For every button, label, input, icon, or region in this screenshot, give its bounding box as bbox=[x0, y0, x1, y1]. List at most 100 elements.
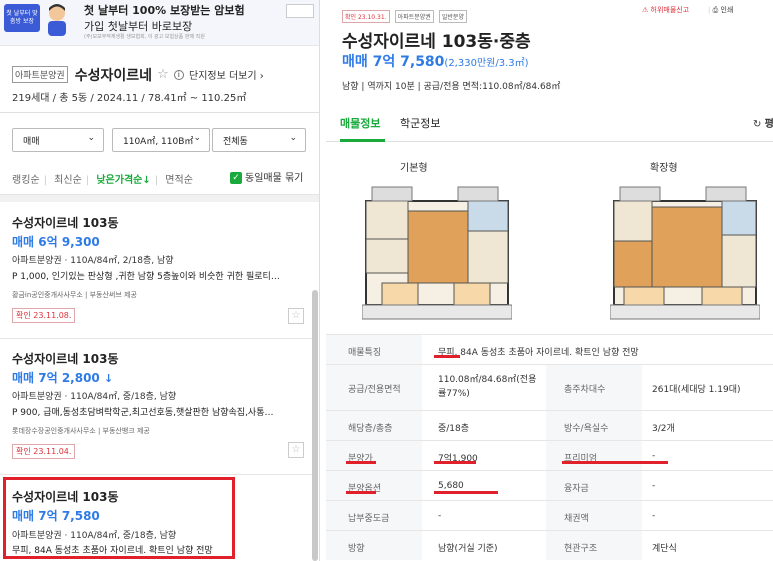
feature-value: 무피, 84A 동성초 초품아 자이르네. 확트인 남향 전망 bbox=[438, 348, 639, 358]
confirm-date-badge: 확인 23.10.31. bbox=[342, 10, 390, 23]
building-select[interactable]: 전체동 ⌄ bbox=[212, 128, 306, 152]
floorplan-extended-image[interactable] bbox=[610, 181, 760, 323]
confirm-date-badge: 확인 23.11.08. bbox=[12, 308, 76, 323]
complex-name: 수성자이르네 bbox=[74, 67, 153, 84]
row-value: 5,680 bbox=[438, 481, 464, 491]
row-value: 남향(거실 기준) bbox=[438, 544, 498, 554]
listing-agent: 황금in공인중개사사무소 | 부동산써브 제공 bbox=[12, 291, 137, 299]
favorite-star-icon[interactable]: ☆ bbox=[288, 308, 304, 324]
annotation-underline bbox=[434, 461, 476, 464]
tab-school-info[interactable]: 학군정보 bbox=[400, 115, 440, 131]
ad-logo: 첫 날부터 맞춤방 보장 bbox=[4, 4, 40, 32]
row-value: - bbox=[438, 511, 442, 521]
area-select[interactable]: 110A㎡, 110B㎡ ⌄ bbox=[112, 128, 210, 152]
row-label: 방수/욕실수 bbox=[564, 424, 609, 434]
chevron-down-icon: ⌄ bbox=[193, 133, 201, 143]
listing-name: 수성자이르네 103동 bbox=[12, 216, 119, 230]
active-tab-indicator bbox=[340, 139, 385, 142]
ad-title: 첫 날부터 100% 보장받는 암보험 bbox=[84, 4, 245, 17]
scrollbar[interactable] bbox=[312, 290, 318, 561]
detail-price: 매매 7억 7,580(2,330만원/3.3㎡) bbox=[342, 54, 529, 70]
list-item[interactable]: 수성자이르네 103동 매매 7억 2,800 ↓ 아파트분양권 · 110A/… bbox=[0, 346, 312, 474]
price-down-arrow-icon: ↓ bbox=[103, 372, 114, 385]
sort-ranking[interactable]: 랭킹순 bbox=[12, 175, 40, 186]
price-per-area: (2,330만원/3.3㎡) bbox=[444, 58, 529, 69]
detail-panel: 확인 23.10.31. 아파트분양권 일반분양 ⚠ 허위매물신고 | ⎙ 인쇄… bbox=[326, 0, 773, 561]
tab-listing-info[interactable]: 매물정보 bbox=[340, 115, 380, 131]
row-label: 납부중도금 bbox=[348, 514, 390, 524]
detail-tabs: 매물정보 학군정보 bbox=[326, 106, 773, 142]
complex-header: 아파트분양권 수성자이르네 ☆ i 단지정보 더보기 › bbox=[12, 64, 311, 85]
table-row: 해당층/총층 중/18층 방수/욕실수 3/2개 bbox=[326, 410, 773, 440]
annotation-underline bbox=[346, 461, 376, 464]
ad-subtitle: 가입 첫날부터 바로보장 bbox=[84, 20, 193, 33]
row-value: 261대(세대당 1.19대) bbox=[652, 385, 741, 395]
annotation-underline bbox=[434, 491, 498, 494]
row-value: - bbox=[652, 451, 656, 461]
refresh-icon: ↻ bbox=[753, 119, 762, 130]
listing-spec: 아파트분양권 · 110A/84㎡, 중/18층, 남향 bbox=[12, 392, 177, 402]
row-header-bg bbox=[326, 441, 422, 470]
area-unit-toggle[interactable]: ↻ 평 bbox=[753, 115, 773, 130]
detail-tags: 확인 23.10.31. 아파트분양권 일반분양 bbox=[342, 4, 467, 23]
list-item[interactable]: 수성자이르네 103동 매매 6억 9,300 아파트분양권 · 110A/84… bbox=[0, 210, 312, 338]
section-divider bbox=[0, 194, 319, 202]
detail-title: 수성자이르네 103동·중층 bbox=[342, 32, 531, 52]
sort-options: 랭킹순 | 최신순 | 낮은가격순↓ | 면적순 bbox=[12, 175, 193, 186]
floorplan-label-extended: 확장형 bbox=[650, 163, 678, 174]
row-label: 융자금 bbox=[564, 484, 589, 494]
sort-area[interactable]: 면적순 bbox=[165, 175, 193, 186]
listing-name: 수성자이르네 103동 bbox=[12, 352, 119, 366]
listing-price: 매매 7억 2,800 ↓ bbox=[12, 371, 114, 385]
group-duplicates-toggle[interactable]: ✓ 동일매물 묶기 bbox=[230, 169, 303, 184]
annotation-underline bbox=[562, 461, 668, 464]
confirm-date-badge: 확인 23.11.04. bbox=[12, 444, 76, 459]
favorite-star-icon[interactable]: ☆ bbox=[288, 442, 304, 458]
complex-type-badge: 아파트분양권 bbox=[12, 66, 68, 83]
divider bbox=[0, 474, 312, 475]
listing-agent: 롯데장수장공인중개사사무소 | 부동산뱅크 제공 bbox=[12, 427, 150, 435]
table-row: 공급/전용면적 110.08㎡/84.68㎡(전용률77%) 총주차대수 261… bbox=[326, 364, 773, 410]
row-value: - bbox=[652, 511, 656, 521]
sort-latest[interactable]: 최신순 bbox=[54, 175, 82, 186]
ad-character-icon bbox=[48, 4, 66, 36]
divider bbox=[0, 338, 312, 339]
row-header-bg bbox=[546, 501, 642, 530]
complex-meta: 219세대 / 총 5동 / 2024.11 / 78.41㎡ ~ 110.25… bbox=[12, 93, 247, 104]
row-label: 현관구조 bbox=[564, 544, 598, 554]
table-row: 방향 남향(거실 기준) 현관구조 계단식 bbox=[326, 530, 773, 560]
trade-type-select[interactable]: 매매 ⌄ bbox=[12, 128, 104, 152]
feature-label: 매물특징 bbox=[348, 348, 382, 358]
row-header-bg bbox=[546, 471, 642, 500]
table-row: 납부중도금 - 채권액 - bbox=[326, 500, 773, 530]
row-value: - bbox=[652, 481, 656, 491]
row-label: 채권액 bbox=[564, 514, 589, 524]
row-value: 3/2개 bbox=[652, 424, 675, 434]
annotation-underline bbox=[346, 491, 376, 494]
row-label: 방향 bbox=[348, 544, 365, 554]
chevron-down-icon: ⌄ bbox=[87, 133, 95, 143]
table-row: 매물특징 무피, 84A 동성초 초품아 자이르네. 확트인 남향 전망 bbox=[326, 334, 773, 364]
row-header-bg bbox=[326, 531, 422, 560]
table-row: 분양가 7억1,900 프리미엄 - bbox=[326, 440, 773, 470]
info-icon[interactable]: i bbox=[173, 69, 184, 80]
listing-description: P 900, 급매,동성초담벼락학군,최고선호동,햇살판한 남향속집,사통… bbox=[12, 408, 274, 418]
listing-description: P 1,000, 인기있는 판상형 ,귀한 남향 5층높이와 비슷한 귀한 필로… bbox=[12, 272, 280, 282]
ad-banner[interactable]: 첫 날부터 맞춤방 보장 첫 날부터 100% 보장받는 암보험 가입 첫날부터… bbox=[0, 0, 319, 46]
favorite-star-icon[interactable]: ☆ bbox=[157, 67, 169, 82]
row-label: 해당층/총층 bbox=[348, 424, 393, 434]
ad-disclaimer: (주)모보부적재생활 생보협회, 이 광고 보험상품 판매 직원 bbox=[84, 34, 205, 40]
row-value: 중/18층 bbox=[438, 424, 470, 434]
listing-panel: 첫 날부터 맞춤방 보장 첫 날부터 100% 보장받는 암보험 가입 첫날부터… bbox=[0, 0, 320, 561]
print-button[interactable]: | ⎙ 인쇄 bbox=[708, 5, 733, 15]
report-button[interactable]: ⚠ 허위매물신고 bbox=[642, 5, 689, 15]
sort-low-price[interactable]: 낮은가격순↓ bbox=[96, 175, 150, 186]
siren-icon: ⚠ bbox=[642, 6, 649, 14]
checkbox-checked-icon[interactable]: ✓ bbox=[230, 172, 242, 184]
row-label: 총주차대수 bbox=[564, 385, 606, 395]
complex-more-link[interactable]: 단지정보 더보기 › bbox=[189, 67, 264, 82]
listing-price: 매매 6억 9,300 bbox=[12, 235, 100, 249]
print-icon: ⎙ bbox=[712, 6, 719, 14]
floorplan-basic-image[interactable] bbox=[362, 181, 512, 323]
ad-close-button[interactable] bbox=[286, 4, 314, 18]
